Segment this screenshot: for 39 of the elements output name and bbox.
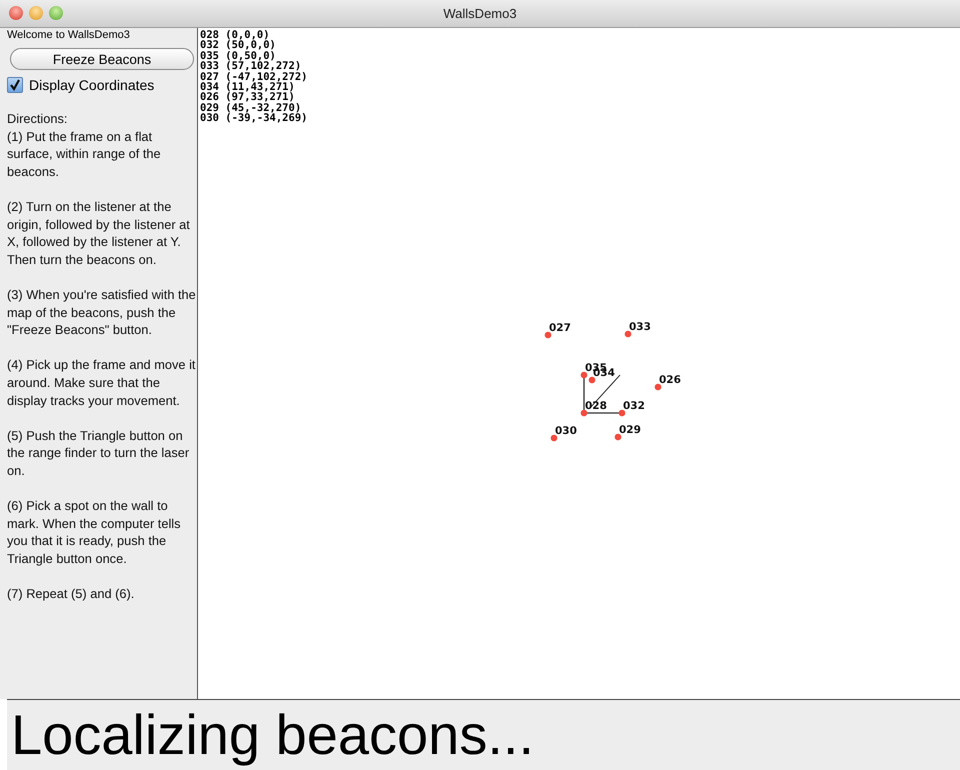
coordinate-line: 029 (45,-32,270) xyxy=(200,102,302,114)
beacon-label: 026 xyxy=(659,374,681,386)
beacon-label: 032 xyxy=(623,400,645,412)
beacon-dot xyxy=(654,384,662,390)
directions-paragraph: (2) Turn on the listener at the origin, followed by the listener at X, followed by the listener at Y. Then turn the beacons on. xyxy=(7,198,191,268)
minimize-button[interactable] xyxy=(29,6,43,20)
beacon-label: 029 xyxy=(619,424,641,436)
directions-paragraph: (6) Pick a spot on the wall to mark. When the computer tells you that it is ready, push the Triangle button once. xyxy=(7,497,182,568)
directions-paragraph: (3) When you're satisfied with the map of the beacons, push the "Freeze Beacons" button. xyxy=(7,286,197,339)
beacon-dot xyxy=(550,434,558,442)
coordinate-line: 032 (50,0,0) xyxy=(200,40,277,51)
beacon-dot xyxy=(624,330,632,338)
freeze-beacons-button[interactable]: Freeze Beacons xyxy=(10,48,194,70)
beacon-label: 028 xyxy=(585,400,607,412)
coordinate-line: 035 (0,50,0) xyxy=(200,50,276,62)
close-button[interactable] xyxy=(9,6,23,20)
directions-paragraph: (7) Repeat (5) and (6). xyxy=(7,585,136,603)
display-coordinates-checkbox[interactable]: Display Coordinates xyxy=(7,77,197,93)
directions-paragraph: (4) Pick up the frame and move it around. Make sure that the display tracks your movement. xyxy=(7,356,196,410)
zoom-button[interactable] xyxy=(49,6,63,20)
beacon-label: 027 xyxy=(549,322,571,334)
coordinate-line: 034 (11,43,271) xyxy=(200,82,295,92)
coordinate-line: 033 (57,102,272) xyxy=(200,61,302,72)
beacon-dot xyxy=(580,410,588,416)
status-message: Localizing beacons... xyxy=(7,699,960,770)
coordinate-line: 027 (-47,102,272) xyxy=(200,72,308,82)
coordinate-line: 030 (-39,-34,269) xyxy=(200,113,308,124)
directions-paragraph: Directions: (1) Put the frame on a flat surface, within range of the beacons. xyxy=(7,110,162,180)
coordinate-line: 028 (0,0,0) xyxy=(200,30,270,40)
coordinate-line: 026 (97,33,271) xyxy=(200,92,295,103)
directions-paragraph: (5) Push the Triangle button on the range finder to turn the laser on. xyxy=(7,426,190,480)
beacon-label: 030 xyxy=(555,425,577,437)
beacon-dot xyxy=(544,332,552,338)
welcome-text: Welcome to WallsDemo3 xyxy=(7,29,131,41)
beacon-dot xyxy=(618,410,626,416)
window-title: WallsDemo3 xyxy=(443,6,517,21)
checkbox-icon[interactable] xyxy=(7,77,23,93)
beacon-dot xyxy=(614,434,622,440)
beacon-label: 033 xyxy=(629,321,651,333)
